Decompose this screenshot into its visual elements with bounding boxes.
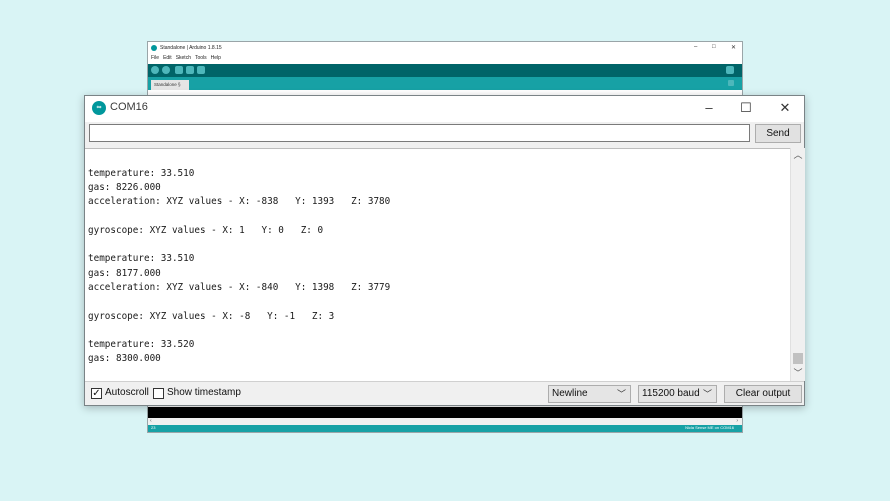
line-ending-value: Newline xyxy=(552,388,588,399)
ide-horizontal-scrollbar[interactable]: ‹ › xyxy=(148,418,742,425)
verify-icon[interactable] xyxy=(151,66,159,74)
output-line: gyroscope: XYZ values - X: 1 Y: 0 Z: 0 xyxy=(88,224,324,236)
maximize-icon[interactable]: ☐ xyxy=(731,98,761,118)
scrollbar-thumb[interactable] xyxy=(793,353,803,364)
ide-tabstrip: Standalone § xyxy=(148,77,742,90)
tab-standalone[interactable]: Standalone § xyxy=(151,80,189,90)
output-line: gyroscope: XYZ values - X: 1 Y: 0 Z: 0 xyxy=(88,149,323,150)
minimize-icon[interactable]: – xyxy=(694,98,724,118)
show-timestamp-checkbox[interactable] xyxy=(153,388,164,399)
output-line: gyroscope: XYZ values - X: -8 Y: -1 Z: 3 xyxy=(88,310,335,322)
baud-rate-select[interactable]: 115200 baud ﹀ xyxy=(638,385,717,403)
send-button[interactable]: Send xyxy=(755,124,801,143)
output-line: acceleration: XYZ values - X: -838 Y: 13… xyxy=(88,196,391,208)
ide-statusbar: 23 Nicla Sense ME on COM16 xyxy=(148,425,742,432)
serial-output[interactable]: gyroscope: XYZ values - X: 1 Y: 0 Z: 0 t… xyxy=(85,148,790,382)
scroll-left-icon[interactable]: ‹ xyxy=(150,418,152,424)
ide-console xyxy=(148,407,742,418)
autoscroll-label[interactable]: Autoscroll xyxy=(105,387,149,398)
menu-edit[interactable]: Edit xyxy=(163,55,172,61)
minimize-icon[interactable]: – xyxy=(694,44,697,50)
output-line: acceleration: XYZ values - X: -840 Y: 13… xyxy=(88,281,391,293)
tab-menu-icon[interactable] xyxy=(728,80,734,86)
arduino-logo-icon xyxy=(151,44,157,51)
scroll-right-icon[interactable]: › xyxy=(736,418,738,424)
close-icon[interactable]: ✕ xyxy=(770,98,800,118)
send-row: Send xyxy=(85,122,804,148)
new-icon[interactable] xyxy=(175,66,183,74)
chevron-down-icon: ﹀ xyxy=(616,389,626,399)
scroll-up-icon[interactable]: ︿ xyxy=(791,148,805,162)
ide-title: Standalone | Arduino 1.8.15 xyxy=(160,44,222,51)
serial-title: COM16 xyxy=(110,101,148,113)
autoscroll-checkbox[interactable]: ✓ xyxy=(91,388,102,399)
output-vertical-scrollbar[interactable]: ︿ ﹀ xyxy=(790,148,805,381)
output-line: temperature: 33.520 xyxy=(88,339,195,351)
serial-titlebar: ∞ COM16 – ☐ ✕ xyxy=(85,96,804,122)
show-timestamp-label[interactable]: Show timestamp xyxy=(167,387,241,398)
serial-monitor-icon[interactable] xyxy=(726,66,734,74)
ide-menubar: File Edit Sketch Tools Help xyxy=(148,53,742,62)
scroll-down-icon[interactable]: ﹀ xyxy=(791,366,805,380)
serial-bottom-bar: ✓ Autoscroll Show timestamp Newline ﹀ 11… xyxy=(85,381,804,406)
clear-output-button[interactable]: Clear output xyxy=(724,385,802,403)
close-icon[interactable]: ✕ xyxy=(731,44,736,51)
menu-tools[interactable]: Tools xyxy=(195,55,207,61)
line-number: 23 xyxy=(151,425,156,430)
save-icon[interactable] xyxy=(197,66,205,74)
serial-output-text: gyroscope: XYZ values - X: 1 Y: 0 Z: 0 t… xyxy=(88,149,391,367)
chevron-down-icon: ﹀ xyxy=(702,389,712,399)
output-line: gas: 8177.000 xyxy=(88,267,161,279)
output-line: gas: 8300.000 xyxy=(88,353,161,365)
baud-rate-value: 115200 baud xyxy=(642,388,700,399)
open-icon[interactable] xyxy=(186,66,194,74)
upload-icon[interactable] xyxy=(162,66,170,74)
line-ending-select[interactable]: Newline ﹀ xyxy=(548,385,631,403)
output-line: gas: 8226.000 xyxy=(88,181,161,193)
menu-sketch[interactable]: Sketch xyxy=(176,55,191,61)
arduino-logo-icon: ∞ xyxy=(92,101,106,115)
serial-monitor-window: ∞ COM16 – ☐ ✕ Send gyroscope: XYZ values… xyxy=(84,95,805,406)
board-port-status: Nicla Sense ME on COM16 xyxy=(685,425,734,430)
menu-file[interactable]: File xyxy=(151,55,159,61)
maximize-icon[interactable]: □ xyxy=(712,44,716,50)
ide-toolbar xyxy=(148,64,742,77)
output-line: temperature: 33.510 xyxy=(88,253,195,265)
ide-titlebar: Standalone | Arduino 1.8.15 xyxy=(148,42,742,53)
output-line: temperature: 33.510 xyxy=(88,167,195,179)
send-input[interactable] xyxy=(89,124,750,142)
menu-help[interactable]: Help xyxy=(211,55,221,61)
